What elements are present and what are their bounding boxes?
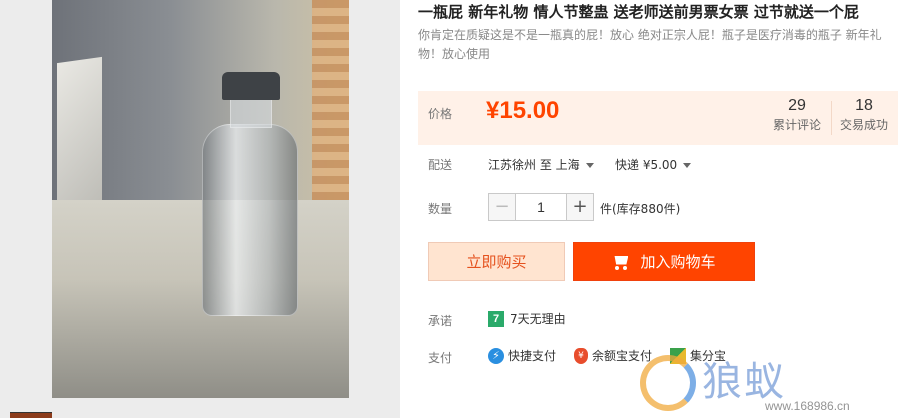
quantity-stepper: − + <box>488 193 594 221</box>
shipping-fee-select[interactable]: 快递 ¥5.00 <box>615 156 692 173</box>
add-to-cart-label: 加入购物车 <box>640 253 716 271</box>
buy-now-button[interactable]: 立即购买 <box>428 242 565 281</box>
quantity-increase-button[interactable]: + <box>566 193 594 221</box>
money-bag-icon: ¥ <box>574 347 589 364</box>
reviews-count: 29 <box>788 97 806 114</box>
bottle-neck <box>230 98 272 128</box>
deals-stat: 18 交易成功 <box>834 96 894 134</box>
quantity-input[interactable] <box>516 193 566 221</box>
quantity-decrease-button[interactable]: − <box>488 193 516 221</box>
promise-label: 承诺 <box>428 314 453 328</box>
price-value: ¥15.00 <box>486 97 560 124</box>
deals-label: 交易成功 <box>839 118 888 132</box>
quantity-label: 数量 <box>428 202 453 216</box>
payment-method-quick[interactable]: ⚡ 快捷支付 <box>488 347 556 364</box>
image-window <box>312 0 349 200</box>
product-main-image[interactable] <box>52 0 349 398</box>
shipping-fee: 快递 ¥5.00 <box>615 158 678 172</box>
deals-count: 18 <box>855 97 873 114</box>
bottle-cap <box>222 72 280 100</box>
image-table <box>52 200 349 398</box>
shipping-label: 配送 <box>428 158 453 172</box>
product-title: 一瓶屁 新年礼物 情人节整蛊 送老师送前男票女票 过节就送一个屁 <box>418 3 859 21</box>
watermark-logo-icon <box>640 355 696 411</box>
stock-text: 件(库存880件) <box>600 202 681 216</box>
chevron-down-icon <box>683 163 692 168</box>
product-subtitle: 你肯定在质疑这是不是一瓶真的屁！放心 绝对正宗人屁！瓶子是医疗消毒的瓶子 新年礼… <box>418 28 882 61</box>
cart-icon <box>612 254 630 270</box>
shipping-route: 江苏徐州 至 上海 <box>488 158 580 172</box>
glass-bottle-image <box>202 72 298 317</box>
reviews-label: 累计评论 <box>772 118 821 132</box>
shipping-route-select[interactable]: 江苏徐州 至 上海 <box>488 156 594 173</box>
watermark-url: www.168986.cn <box>765 399 850 413</box>
price-box: 价格 ¥15.00 29 累计评论 18 交易成功 <box>418 91 898 145</box>
stat-divider <box>831 101 832 135</box>
product-gallery <box>0 0 400 418</box>
image-paper <box>57 56 102 214</box>
promise-item[interactable]: 7 7天无理由 <box>488 310 566 327</box>
reviews-stat[interactable]: 29 累计评论 <box>767 96 827 134</box>
payment-method-label: 快捷支付 <box>508 349 557 363</box>
price-label: 价格 <box>428 107 453 121</box>
flash-icon: ⚡ <box>488 347 504 364</box>
gallery-thumbnail[interactable] <box>10 412 52 418</box>
promise-text: 7天无理由 <box>510 312 566 326</box>
bottle-body <box>202 124 298 316</box>
chevron-down-icon <box>585 163 594 168</box>
payment-label: 支付 <box>428 351 453 365</box>
site-watermark: 狼蚁 www.168986.cn <box>640 355 902 415</box>
seven-day-icon: 7 <box>488 310 504 327</box>
add-to-cart-button[interactable]: 加入购物车 <box>573 242 755 281</box>
